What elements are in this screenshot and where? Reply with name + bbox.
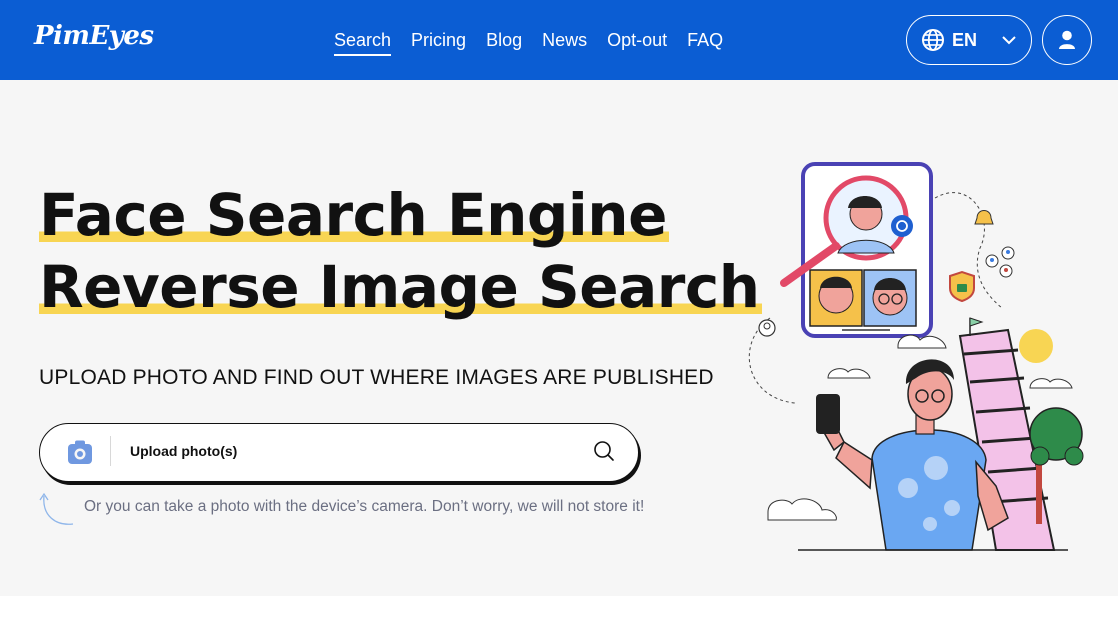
hero-title-line-2: Reverse Image Search xyxy=(39,253,762,321)
nav-search[interactable]: Search xyxy=(334,29,392,56)
nav-pricing[interactable]: Pricing xyxy=(411,29,466,56)
camera-icon[interactable] xyxy=(67,439,93,465)
curved-arrow-icon xyxy=(39,492,74,525)
language-selector[interactable]: EN xyxy=(906,15,1032,65)
camera-hint-text: Or you can take a photo with the device’… xyxy=(84,498,645,515)
chevron-down-icon xyxy=(1002,36,1016,45)
language-code: EN xyxy=(952,30,978,50)
hero-illustration xyxy=(748,162,1084,551)
nav-faq[interactable]: FAQ xyxy=(687,29,723,56)
pimeyes-logo[interactable]: PimEyes xyxy=(34,21,154,51)
main-nav: Search Pricing Blog News Opt-out FAQ xyxy=(334,29,723,56)
top-header: PimEyes Search Pricing Blog News Opt-out… xyxy=(0,0,1118,80)
user-icon xyxy=(1059,30,1075,49)
account-button[interactable] xyxy=(1042,15,1092,65)
nav-blog[interactable]: Blog xyxy=(486,29,522,56)
upload-photo-label[interactable]: Upload photo(s) xyxy=(130,442,237,460)
globe-icon xyxy=(922,29,944,51)
search-icon[interactable] xyxy=(593,440,615,462)
hero-subtitle: UPLOAD PHOTO AND FIND OUT WHERE IMAGES A… xyxy=(39,366,714,389)
nav-news[interactable]: News xyxy=(542,29,587,56)
nav-opt-out[interactable]: Opt-out xyxy=(607,29,667,56)
hero-section: Face Search Engine Reverse Image Search … xyxy=(0,80,1118,596)
upload-divider xyxy=(110,436,111,466)
upload-photo-box[interactable]: Upload photo(s) xyxy=(39,423,639,482)
hero-title-line-1: Face Search Engine xyxy=(39,181,669,249)
